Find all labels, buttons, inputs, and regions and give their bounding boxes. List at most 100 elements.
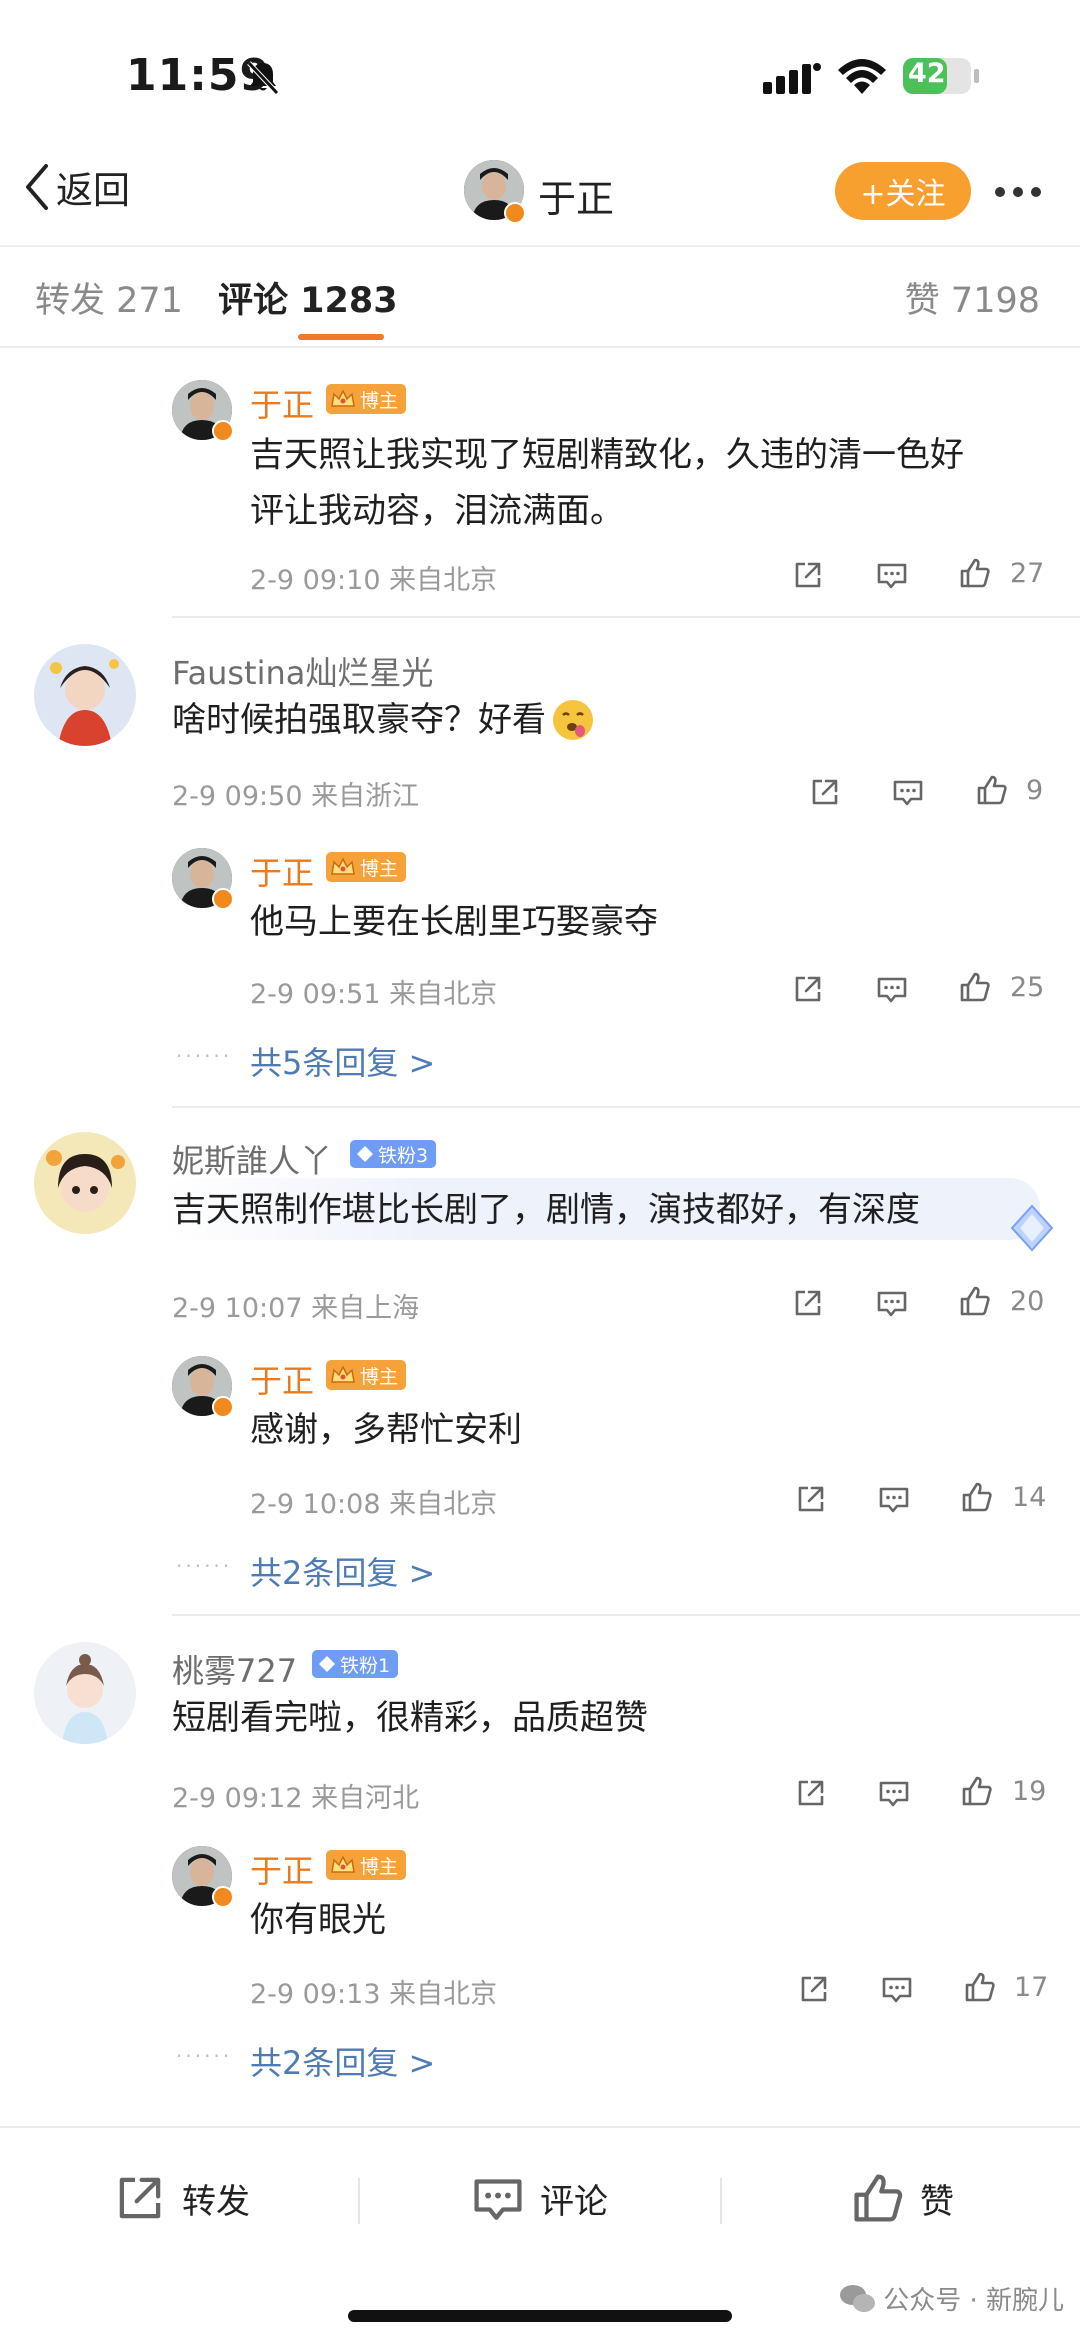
user-avatar[interactable] <box>34 1642 136 1744</box>
reply-meta: 2-9 10:08 来自北京 <box>250 1489 498 1520</box>
verified-icon <box>504 202 526 224</box>
verified-icon <box>212 888 234 910</box>
tab-like[interactable]: 赞 7198 <box>905 272 1040 323</box>
share-icon[interactable] <box>791 558 825 592</box>
comment-icon[interactable] <box>877 1776 911 1810</box>
comment-meta: 2-9 09:50 来自浙江 <box>172 781 420 812</box>
repost-button[interactable]: 转发 <box>112 2170 250 2226</box>
more-replies-link[interactable]: 共2条回复 > <box>250 1548 435 1594</box>
like-icon[interactable] <box>958 970 992 1004</box>
comment-icon[interactable] <box>891 775 925 809</box>
share-icon[interactable] <box>791 1286 825 1320</box>
share-icon[interactable] <box>794 1482 828 1516</box>
more-replies-link[interactable]: 共5条回复 > <box>250 1038 435 1084</box>
like-count: 14 <box>1012 1482 1047 1513</box>
reply-text: 你有眼光 <box>250 1900 386 1940</box>
comment-text-content: 啥时候拍强取豪夺？好看 <box>172 700 546 740</box>
blogger-badge-label: 博主 <box>360 857 399 880</box>
crown-icon <box>331 1856 355 1873</box>
back-button[interactable]: 返回 <box>22 160 130 214</box>
comment-label: 评论 <box>540 2181 608 2222</box>
reply-username[interactable]: 于正 <box>250 380 314 426</box>
comment-icon[interactable] <box>875 972 909 1006</box>
like-icon[interactable] <box>975 773 1009 807</box>
share-icon[interactable] <box>797 1972 831 2006</box>
bottom-bar-divider <box>0 2126 1080 2128</box>
comment-icon <box>470 2170 526 2226</box>
comment-icon[interactable] <box>877 1482 911 1516</box>
verified-icon <box>212 1886 234 1908</box>
comment-icon[interactable] <box>875 1286 909 1320</box>
dotted-leader: ······ <box>176 1044 233 1068</box>
tab-repost[interactable]: 转发 271 <box>35 272 183 323</box>
share-icon[interactable] <box>808 775 842 809</box>
home-indicator[interactable] <box>348 2310 732 2322</box>
active-tab-indicator <box>298 334 384 340</box>
user-avatar[interactable] <box>34 1132 136 1234</box>
follow-button[interactable]: +关注 <box>835 162 971 220</box>
crown-icon <box>331 858 355 875</box>
comment-divider <box>172 1106 1080 1108</box>
like-button[interactable]: 赞 <box>850 2170 954 2226</box>
reply-text-line2: 评让我动容，泪流满面。 <box>250 491 624 531</box>
username[interactable]: 桃雾727 <box>172 1646 297 1692</box>
reply-meta: 2-9 09:10 来自北京 <box>250 565 498 596</box>
blogger-badge-label: 博主 <box>360 1365 399 1388</box>
like-icon[interactable] <box>963 1970 997 2004</box>
share-icon <box>112 2170 168 2226</box>
user-avatar[interactable] <box>34 644 136 746</box>
like-icon[interactable] <box>958 556 992 590</box>
more-replies-link[interactable]: 共2条回复 > <box>250 2038 435 2084</box>
like-icon[interactable] <box>960 1774 994 1808</box>
wifi-icon <box>838 59 886 94</box>
fan-badge-label: 铁粉1 <box>340 1654 391 1677</box>
comment-meta: 2-9 10:07 来自上海 <box>172 1293 420 1324</box>
reply-username[interactable]: 于正 <box>250 1846 314 1892</box>
username[interactable]: 妮斯誰人丫 <box>172 1136 332 1182</box>
share-icon[interactable] <box>791 972 825 1006</box>
like-icon[interactable] <box>960 1480 994 1514</box>
share-icon[interactable] <box>794 1776 828 1810</box>
reply-meta: 2-9 09:13 来自北京 <box>250 1979 498 2010</box>
crown-icon <box>331 390 355 407</box>
dotted-leader: ······ <box>176 2044 233 2068</box>
comment-icon[interactable] <box>875 558 909 592</box>
like-count: 9 <box>1026 775 1044 806</box>
reply-text: 吉天照让我实现了短剧精致化，久违的清一色好 <box>250 435 964 475</box>
tabs-divider <box>0 346 1080 348</box>
blogger-badge-label: 博主 <box>360 1855 399 1878</box>
more-options-icon[interactable] <box>990 172 1050 212</box>
chevron-left-icon <box>26 164 48 210</box>
like-icon[interactable] <box>958 1284 992 1318</box>
comment-text: 短剧看完啦，很精彩，品质超赞 <box>172 1698 648 1738</box>
reply-username[interactable]: 于正 <box>250 848 314 894</box>
verified-icon <box>212 1396 234 1418</box>
header-divider <box>0 245 1080 247</box>
comment-button[interactable]: 评论 <box>470 2170 608 2226</box>
like-count: 20 <box>1010 1286 1045 1317</box>
blogger-badge: 博主 <box>326 1360 407 1390</box>
blogger-badge: 博主 <box>326 852 407 882</box>
battery-indicator: 42 <box>902 56 980 96</box>
separator <box>720 2178 722 2224</box>
reply-username[interactable]: 于正 <box>250 1356 314 1402</box>
reply-text: 他马上要在长剧里巧娶豪夺 <box>250 902 658 942</box>
tab-comment[interactable]: 评论 1283 <box>218 272 398 323</box>
bell-muted-icon <box>247 61 279 95</box>
verified-icon <box>212 420 234 442</box>
username[interactable]: Faustina灿烂星光 <box>172 648 433 694</box>
like-count: 19 <box>1012 1776 1047 1807</box>
fan-badge-label: 铁粉3 <box>378 1144 429 1167</box>
fan-badge: 铁粉1 <box>312 1650 399 1678</box>
blogger-badge: 博主 <box>326 384 407 414</box>
comment-meta: 2-9 09:12 来自河北 <box>172 1783 420 1814</box>
comment-divider <box>172 616 1080 618</box>
diamond-icon <box>319 1656 335 1672</box>
watermark-text: 公众号 · 新腕儿 <box>883 2286 1064 2316</box>
like-label: 赞 <box>920 2181 954 2222</box>
crown-icon <box>331 1366 355 1383</box>
like-count: 17 <box>1014 1972 1049 2003</box>
comment-icon[interactable] <box>880 1972 914 2006</box>
comment-divider <box>172 1614 1080 1616</box>
like-count: 25 <box>1010 972 1045 1003</box>
